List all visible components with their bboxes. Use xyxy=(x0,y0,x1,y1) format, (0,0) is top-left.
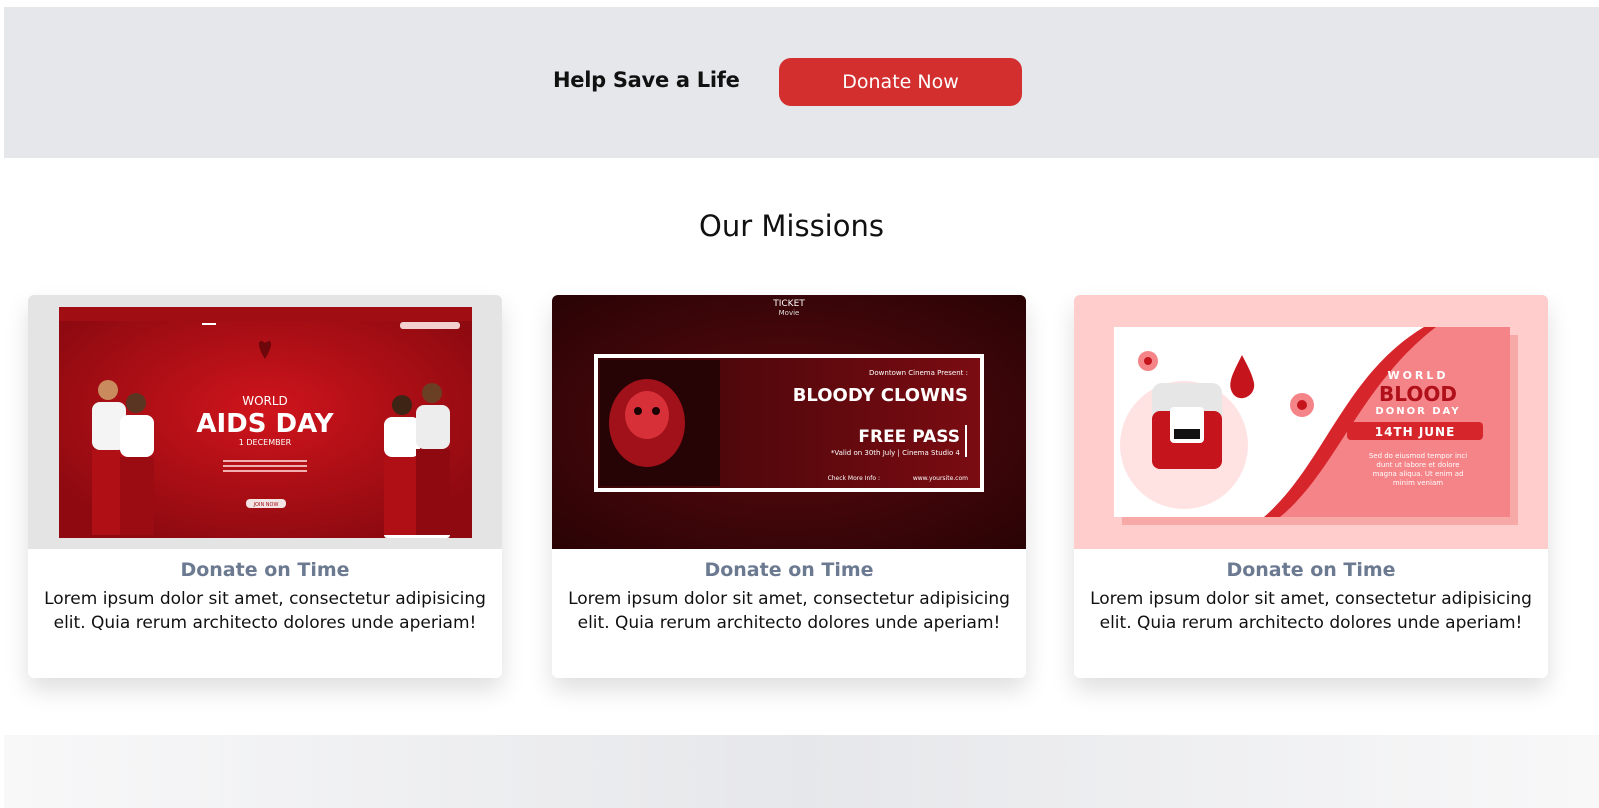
card-title: Donate on Time xyxy=(704,559,874,581)
card-text: Lorem ipsum dolor sit amet, consectetur … xyxy=(1090,589,1532,633)
aids-line3: 1 DECEMBER xyxy=(239,438,292,447)
blood-line2: BLOOD xyxy=(1379,382,1457,406)
ticket-free-pass: FREE PASS xyxy=(858,427,960,447)
blood-sub2: dunt ut labore et dolore xyxy=(1376,461,1459,469)
missions-heading: Our Missions xyxy=(699,209,884,243)
aids-line2: AIDS DAY xyxy=(196,409,334,439)
card-title: Donate on Time xyxy=(180,559,350,581)
aids-line1: WORLD xyxy=(242,394,288,408)
aids-join-button: JOIN NOW xyxy=(253,502,279,508)
card-title: Donate on Time xyxy=(1226,559,1396,581)
ticket-website: www.yoursite.com xyxy=(913,475,968,482)
missions-section: Our Missions WORLD AIDS DAY 1 DECEMBER J… xyxy=(4,158,1599,703)
mission-card-aids-day[interactable]: WORLD AIDS DAY 1 DECEMBER JOIN NOW LET'S… xyxy=(28,295,502,678)
aids-day-banner-image: WORLD AIDS DAY 1 DECEMBER JOIN NOW LET'S… xyxy=(28,295,502,549)
ticket-valid: *Valid on 30th July | Cinema Studio 4 xyxy=(831,449,961,457)
blood-sub4: minim veniam xyxy=(1393,479,1443,487)
mission-card-bloody-clowns[interactable]: TICKET Movie Downtown Cinema Present : B… xyxy=(552,295,1026,678)
blood-sub3: magna aliqua. Ut enim ad xyxy=(1373,470,1464,478)
blood-date: 14TH JUNE xyxy=(1375,425,1456,439)
blood-line3: DONOR DAY xyxy=(1375,406,1460,417)
bloody-clowns-ticket-image: TICKET Movie Downtown Cinema Present : B… xyxy=(552,295,1026,549)
donate-now-button[interactable]: Donate Now xyxy=(779,58,1022,106)
ticket-sub-label: Movie xyxy=(779,309,800,317)
ticket-movie-title: BLOODY CLOWNS xyxy=(793,385,968,406)
ticket-presents: Downtown Cinema Present : xyxy=(869,369,968,377)
mission-card-blood-donor-day[interactable]: WORLD BLOOD DONOR DAY 14TH JUNE Sed do e… xyxy=(1074,295,1548,678)
card-text: Lorem ipsum dolor sit amet, consectetur … xyxy=(568,589,1010,633)
cta-title: Help Save a Life xyxy=(553,68,740,92)
blood-sub1: Sed do eiusmod tempor inci xyxy=(1369,452,1467,460)
ticket-more-info: Check More Info : xyxy=(828,475,880,482)
blood-donor-day-banner-image: WORLD BLOOD DONOR DAY 14TH JUNE Sed do e… xyxy=(1074,295,1548,549)
ticket-top-label: TICKET xyxy=(772,299,805,309)
blood-line1: WORLD xyxy=(1387,369,1448,382)
next-section-band xyxy=(4,735,1599,808)
card-text: Lorem ipsum dolor sit amet, consectetur … xyxy=(44,589,486,633)
